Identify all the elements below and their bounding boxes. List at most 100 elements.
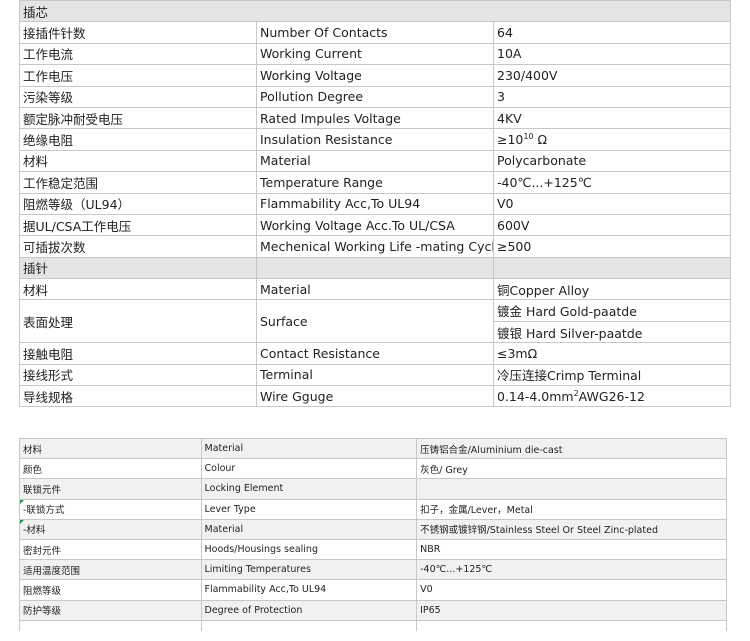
table-row: 额定脉冲耐受电压 Rated Impules Voltage 4KV xyxy=(19,106,731,130)
section-title: 插针 xyxy=(19,256,257,280)
row-value: Polycarbonate xyxy=(493,149,731,173)
table-row: 适用温度范围 Limiting Temperatures -40℃...+125… xyxy=(19,559,727,581)
row-label-cn: 接触电阻 xyxy=(19,342,257,365)
row-value: 扣子，金属/Lever，Metal xyxy=(416,498,727,520)
row-value: 600V xyxy=(493,213,731,237)
row-label-cn: 额定脉冲耐受电压 xyxy=(19,106,257,130)
row-label-en: Number Of Contacts xyxy=(256,21,494,44)
table-row: 接触电阻 Contact Resistance ≤3mΩ xyxy=(19,342,731,365)
row-value: V0 xyxy=(493,192,731,215)
empty-cell xyxy=(256,256,494,280)
row-label-cn: 据UL/CSA工作电压 xyxy=(19,213,257,237)
value-suffix: AWG26-12 xyxy=(578,388,645,404)
row-label-cn: 污染等级 xyxy=(19,85,257,108)
table-row: 阻燃等级（UL94） Flammability Acc,To UL94 V0 xyxy=(19,192,731,215)
row-value: 4KV xyxy=(493,106,731,130)
row-value: 镀金 Hard Gold-paatde xyxy=(493,299,731,322)
row-label-en: Lever Type xyxy=(200,498,418,520)
table-row: 可插拔次数 Mechenical Working Life -mating Cy… xyxy=(19,235,731,258)
row-label-en: Hoods/Housings sealing xyxy=(200,538,418,561)
row-value: ≥500 xyxy=(493,235,731,258)
row-label-cn: 可插拔次数 xyxy=(19,235,257,258)
row-label-cn: 防护等级 xyxy=(19,599,202,621)
value-exponent: 10 xyxy=(523,131,534,141)
row-label-en: Temperature Range xyxy=(256,171,494,194)
row-value: 10A xyxy=(493,42,731,66)
table-row: 防护等级 Degree of Protection IP65 xyxy=(19,599,727,621)
empty-cell xyxy=(416,619,727,631)
cell-comment-marker-icon xyxy=(20,520,24,524)
row-value: -40℃...+125℃ xyxy=(493,171,731,194)
row-label-en: Pollution Degree xyxy=(256,85,494,108)
table-row: 联锁元件 Locking Element xyxy=(19,478,727,500)
row-label-en: Material xyxy=(200,437,418,460)
table-row: 导线规格 Wire Gguge 0.14-4.0mm2AWG26-12 xyxy=(19,385,731,408)
row-label-cn: 联锁元件 xyxy=(19,478,202,500)
row-value: IP65 xyxy=(416,599,727,621)
row-value: -40℃...+125℃ xyxy=(416,559,727,581)
table-row: 密封元件 Hoods/Housings sealing NBR xyxy=(19,538,727,561)
table-row: 工作电压 Working Voltage 230/400V xyxy=(19,64,731,87)
row-label-en: Material xyxy=(200,518,418,540)
value-prefix: 0.14-4.0mm xyxy=(497,388,574,404)
row-label-cn: -联锁方式 xyxy=(19,498,202,520)
row-label-cn: 密封元件 xyxy=(19,538,202,561)
row-label-cn: 阻燃等级（UL94） xyxy=(19,192,257,215)
row-label-en: Colour xyxy=(200,458,418,480)
row-label-cn: 材料 xyxy=(19,437,202,460)
row-label-en: Material xyxy=(256,149,494,173)
table-row-empty xyxy=(19,619,727,631)
row-label-en: Limiting Temperatures xyxy=(200,559,418,581)
row-label-en: Material xyxy=(256,278,494,301)
row-value: 3 xyxy=(493,85,731,108)
row-value: 铜Copper Alloy xyxy=(493,278,731,301)
row-value: NBR xyxy=(416,538,727,561)
row-label-en: Working Current xyxy=(256,42,494,66)
row-label-en: Working Voltage xyxy=(256,64,494,87)
row-value: 不锈钢或镀锌钢/Stainless Steel Or Steel Zinc-pl… xyxy=(416,518,727,540)
row-label-cn: 工作稳定范围 xyxy=(19,171,257,194)
row-label-cn: 接线形式 xyxy=(19,363,257,387)
row-value xyxy=(416,478,727,500)
table-row: 颜色 Colour 灰色/ Grey xyxy=(19,458,727,480)
table-row: 接线形式 Terminal 冷压连接Crimp Terminal xyxy=(19,363,731,387)
table-row: 污染等级 Pollution Degree 3 xyxy=(19,85,731,108)
row-label-cn: 颜色 xyxy=(19,458,202,480)
row-label-cn: 绝缘电阻 xyxy=(19,128,257,151)
table-row: 据UL/CSA工作电压 Working Voltage Acc.To UL/CS… xyxy=(19,213,731,237)
row-label-en: Terminal xyxy=(256,363,494,387)
row-label-cn: 导线规格 xyxy=(19,385,257,408)
table-row: 材料 Material 铜Copper Alloy xyxy=(19,278,731,301)
housing-spec-table: 材料 Material 压铸铝合金/Aluminium die-cast 颜色 … xyxy=(19,437,727,631)
row-label-cn: 接插件针数 xyxy=(19,21,257,44)
insert-spec-table: 插芯 接插件针数 Number Of Contacts 64 工作电流 Work… xyxy=(19,0,731,408)
row-label-en: Contact Resistance xyxy=(256,342,494,365)
empty-cell xyxy=(200,619,418,631)
value-unit: Ω xyxy=(533,132,548,148)
section-title: 插芯 xyxy=(19,0,731,23)
section-header-insert: 插芯 xyxy=(19,0,731,23)
table-row: 阻燃等级 Flammability Acc,To UL94 V0 xyxy=(19,579,727,601)
row-label-en: Working Voltage Acc.To UL/CSA xyxy=(256,213,494,237)
row-label-en: Wire Gguge xyxy=(256,385,494,408)
row-label-en: Mechenical Working Life -mating Cycles xyxy=(256,235,494,258)
row-value: 230/400V xyxy=(493,64,731,87)
row-label-cn: 适用温度范围 xyxy=(19,559,202,581)
empty-cell xyxy=(493,256,731,280)
table-row: 材料 Material Polycarbonate xyxy=(19,149,731,173)
row-label-en: Surface xyxy=(256,299,494,344)
empty-cell xyxy=(19,619,202,631)
table-row: 工作电流 Working Current 10A xyxy=(19,42,731,66)
value-base: ≥10 xyxy=(497,132,524,148)
row-label-cn: 工作电流 xyxy=(19,42,257,66)
cell-comment-marker-icon xyxy=(20,500,24,504)
row-label-cn: 表面处理 xyxy=(19,299,257,344)
row-value: 冷压连接Crimp Terminal xyxy=(493,363,731,387)
row-label-cn: 材料 xyxy=(19,278,257,301)
table-row: 表面处理 Surface 镀金 Hard Gold-paatde xyxy=(19,299,731,344)
row-value: 64 xyxy=(493,21,731,44)
row-label-en: Insulation Resistance xyxy=(256,128,494,151)
row-label-cn: -材料 xyxy=(19,518,202,540)
row-label-en: Rated Impules Voltage xyxy=(256,106,494,130)
row-value: 灰色/ Grey xyxy=(416,458,727,480)
